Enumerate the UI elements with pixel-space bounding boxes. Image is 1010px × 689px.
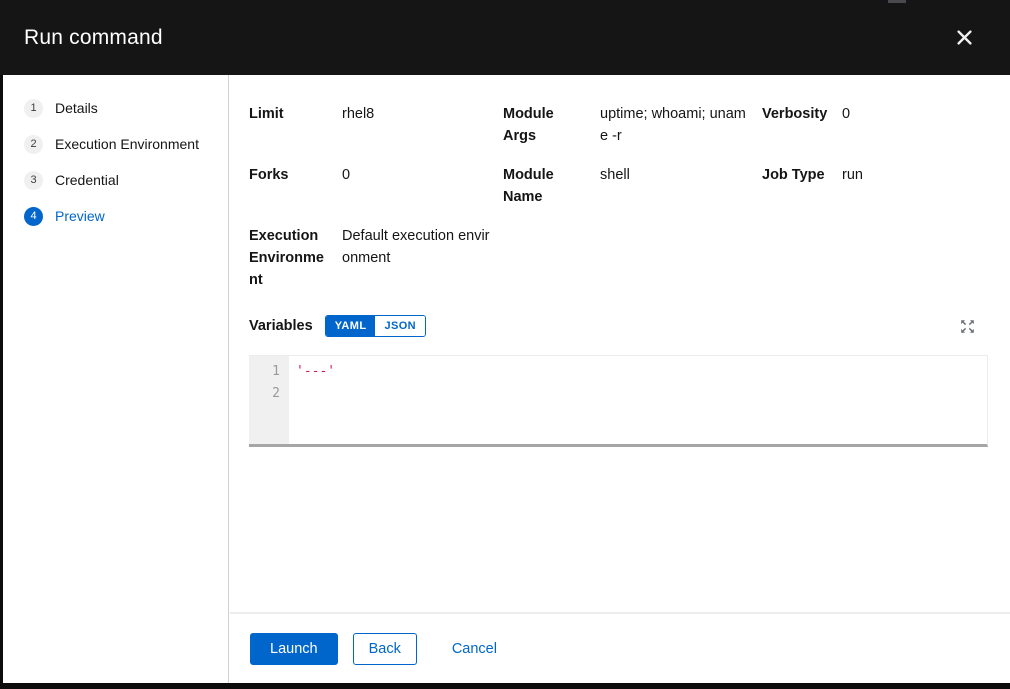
cancel-button[interactable]: Cancel — [444, 634, 505, 664]
line-number: 1 — [249, 361, 289, 383]
field-value: shell — [600, 164, 750, 186]
variables-row: Variables YAML JSON — [249, 315, 988, 337]
field-limit: Limit rhel8 — [249, 103, 503, 147]
step-label: Credential — [55, 172, 119, 188]
step-label: Details — [55, 100, 98, 116]
field-module-args: Module Args uptime; whoami; uname -r — [503, 103, 762, 147]
field-label: Forks — [249, 164, 329, 186]
back-button[interactable]: Back — [353, 633, 417, 665]
modal-title: Run command — [24, 26, 163, 50]
code-line — [296, 383, 987, 405]
wizard-step-execution-environment[interactable]: 2 Execution Environment — [3, 126, 228, 162]
backdrop-left-edge — [0, 75, 3, 689]
field-execution-environment: Execution Environment Default execution … — [249, 225, 503, 291]
field-value: uptime; whoami; uname -r — [600, 103, 750, 147]
json-toggle-button[interactable]: JSON — [375, 316, 425, 336]
field-label: Limit — [249, 103, 329, 125]
launch-button[interactable]: Launch — [250, 633, 338, 665]
editor-gutter: 1 2 — [249, 356, 289, 444]
field-job-type: Job Type run — [762, 164, 988, 208]
field-label: Module Name — [503, 164, 575, 208]
detail-row: Limit rhel8 Module Args uptime; whoami; … — [249, 103, 988, 147]
field-label: Module Args — [503, 103, 575, 147]
wizard-step-details[interactable]: 1 Details — [3, 90, 228, 126]
line-number: 2 — [249, 383, 289, 405]
editor-code-area[interactable]: '---' — [289, 356, 987, 444]
expand-editor-button[interactable] — [960, 319, 975, 334]
wizard-nav: 1 Details 2 Execution Environment 3 Cred… — [3, 75, 229, 683]
field-forks: Forks 0 — [249, 164, 503, 208]
yaml-toggle-button[interactable]: YAML — [326, 316, 376, 336]
detail-row: Forks 0 Module Name shell Job Type run — [249, 164, 988, 208]
variables-label: Variables — [249, 318, 313, 334]
wizard-step-preview[interactable]: 4 Preview — [3, 198, 228, 234]
step-label: Execution Environment — [55, 136, 199, 152]
field-label: Execution Environment — [249, 225, 329, 291]
expand-arrows-icon — [960, 322, 975, 337]
field-verbosity: Verbosity 0 — [762, 103, 988, 147]
code-line: '---' — [296, 361, 987, 383]
field-value: 0 — [842, 103, 988, 125]
background-page-fragment — [888, 0, 906, 3]
step-number-badge: 4 — [24, 207, 43, 226]
variables-code-editor[interactable]: 1 2 '---' — [249, 355, 988, 447]
step-number-badge: 2 — [24, 135, 43, 154]
preview-pane: Limit rhel8 Module Args uptime; whoami; … — [230, 75, 1010, 612]
modal-header: Run command — [0, 0, 1010, 75]
field-value: run — [842, 164, 988, 186]
step-label: Preview — [55, 208, 105, 224]
field-module-name: Module Name shell — [503, 164, 762, 208]
modal-footer: Launch Back Cancel — [230, 612, 1010, 683]
field-value: rhel8 — [342, 103, 492, 125]
field-label: Job Type — [762, 164, 832, 186]
field-value: Default execution environment — [342, 225, 492, 269]
variables-format-toggle: YAML JSON — [325, 315, 426, 337]
close-button[interactable] — [953, 26, 976, 49]
step-number-badge: 1 — [24, 99, 43, 118]
wizard-step-credential[interactable]: 3 Credential — [3, 162, 228, 198]
run-command-modal: Run command 1 Details 2 Execution Enviro… — [0, 0, 1010, 689]
field-label: Verbosity — [762, 103, 832, 125]
field-value: 0 — [342, 164, 492, 186]
step-number-badge: 3 — [24, 171, 43, 190]
close-icon — [957, 33, 972, 48]
backdrop-bottom-edge — [0, 683, 1010, 689]
detail-row: Execution Environment Default execution … — [249, 225, 988, 291]
